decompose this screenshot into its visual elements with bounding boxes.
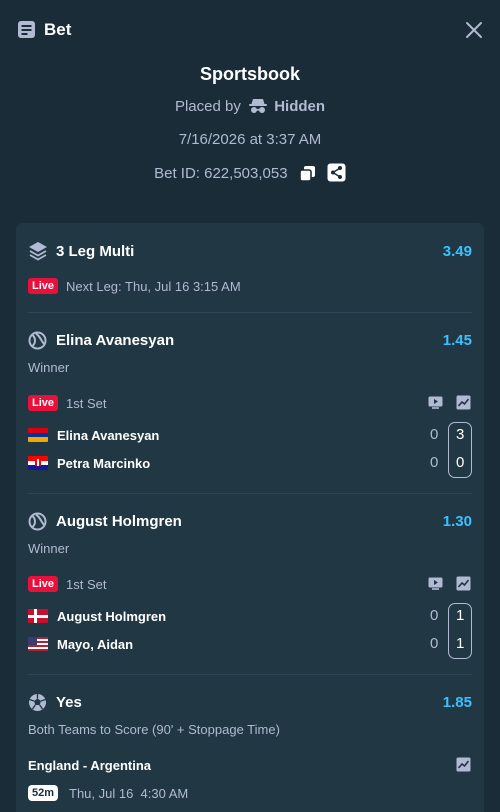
flag-usa-icon [28,637,48,651]
stats-chart-icon[interactable] [456,576,471,591]
leg-2-selection: August Holmgren [56,513,182,530]
bet-slip-icon [18,21,35,38]
leg-2-market: Winner [28,541,70,556]
leg-1-selection: Elina Avanesyan [56,332,175,349]
soccer-ball-icon [29,694,46,711]
leg-3-kickoff: Thu, Jul 16 4:30 AM [69,786,189,801]
countdown-badge: 52m [28,785,59,801]
leg-2-live-badge: Live [28,576,59,592]
close-icon[interactable] [465,21,483,39]
leg-1-odds: 1.45 [442,332,472,349]
bet-datetime: 7/16/2026 at 3:37 AM [178,131,322,148]
leg-1-home-team: Elina Avanesyan [57,428,160,443]
placed-by: Placed by Hidden [0,98,500,115]
multi-title: 3 Leg Multi [56,243,135,260]
leg-2-away-team: Mayo, Aidan [57,637,134,652]
leg-2-away-games: 0 [430,635,439,652]
leg-1-away-team: Petra Marcinko [57,456,151,471]
bet-details-card: 3 Leg Multi 3.49 Live Next Leg: Thu, Jul… [16,223,484,812]
leg-2-home-set: 1 [456,607,465,624]
tv-icon[interactable] [428,577,443,590]
flag-denmark-icon [28,609,48,623]
flag-armenia-icon [28,428,48,442]
leg-2-odds: 1.30 [442,513,472,530]
divider [28,312,472,313]
leg-1-period: 1st Set [66,396,107,411]
leg-2-away-set: 1 [456,635,465,652]
leg-2-period: 1st Set [66,577,107,592]
tennis-ball-icon [28,331,47,350]
live-badge: Live [28,278,59,294]
divider [28,493,472,494]
bet-id-row: Bet ID: 622,503,053 [0,163,500,182]
leg-2-home-team: August Holmgren [57,609,167,624]
stats-chart-icon[interactable] [456,395,471,410]
share-icon[interactable] [327,163,346,182]
leg-1-home-set: 3 [456,426,465,443]
leg-3-match[interactable]: England - Argentina [28,758,151,773]
leg-2-home-games: 0 [430,607,439,624]
flag-croatia-icon [28,456,48,470]
leg-3-market: Both Teams to Score (90' + Stoppage Time… [28,722,280,737]
layers-icon [29,242,47,261]
sportsbook-title: Sportsbook [199,64,300,84]
placed-by-label: Placed by [174,98,241,115]
copy-icon[interactable] [298,165,316,182]
leg-1-away-set: 0 [456,454,465,471]
leg-1-market: Winner [28,360,70,375]
modal-header: Bet [0,0,500,60]
bet-id: Bet ID: 622,503,053 [154,165,288,182]
leg-1-away-games: 0 [430,454,439,471]
next-leg: Next Leg: Thu, Jul 16 3:15 AM [66,279,241,294]
leg-1-live-badge: Live [28,395,59,411]
leg-1-home-games: 0 [430,426,439,443]
leg-3-odds: 1.85 [442,694,472,711]
stats-chart-icon[interactable] [456,757,471,772]
tv-icon[interactable] [428,396,443,409]
leg-3-selection: Yes [56,694,82,711]
incognito-icon [249,99,268,113]
modal-title: Bet [44,20,72,39]
divider [28,674,472,675]
tennis-ball-icon [28,512,47,531]
multi-odds: 3.49 [442,243,472,260]
placed-by-user: Hidden [274,98,326,115]
